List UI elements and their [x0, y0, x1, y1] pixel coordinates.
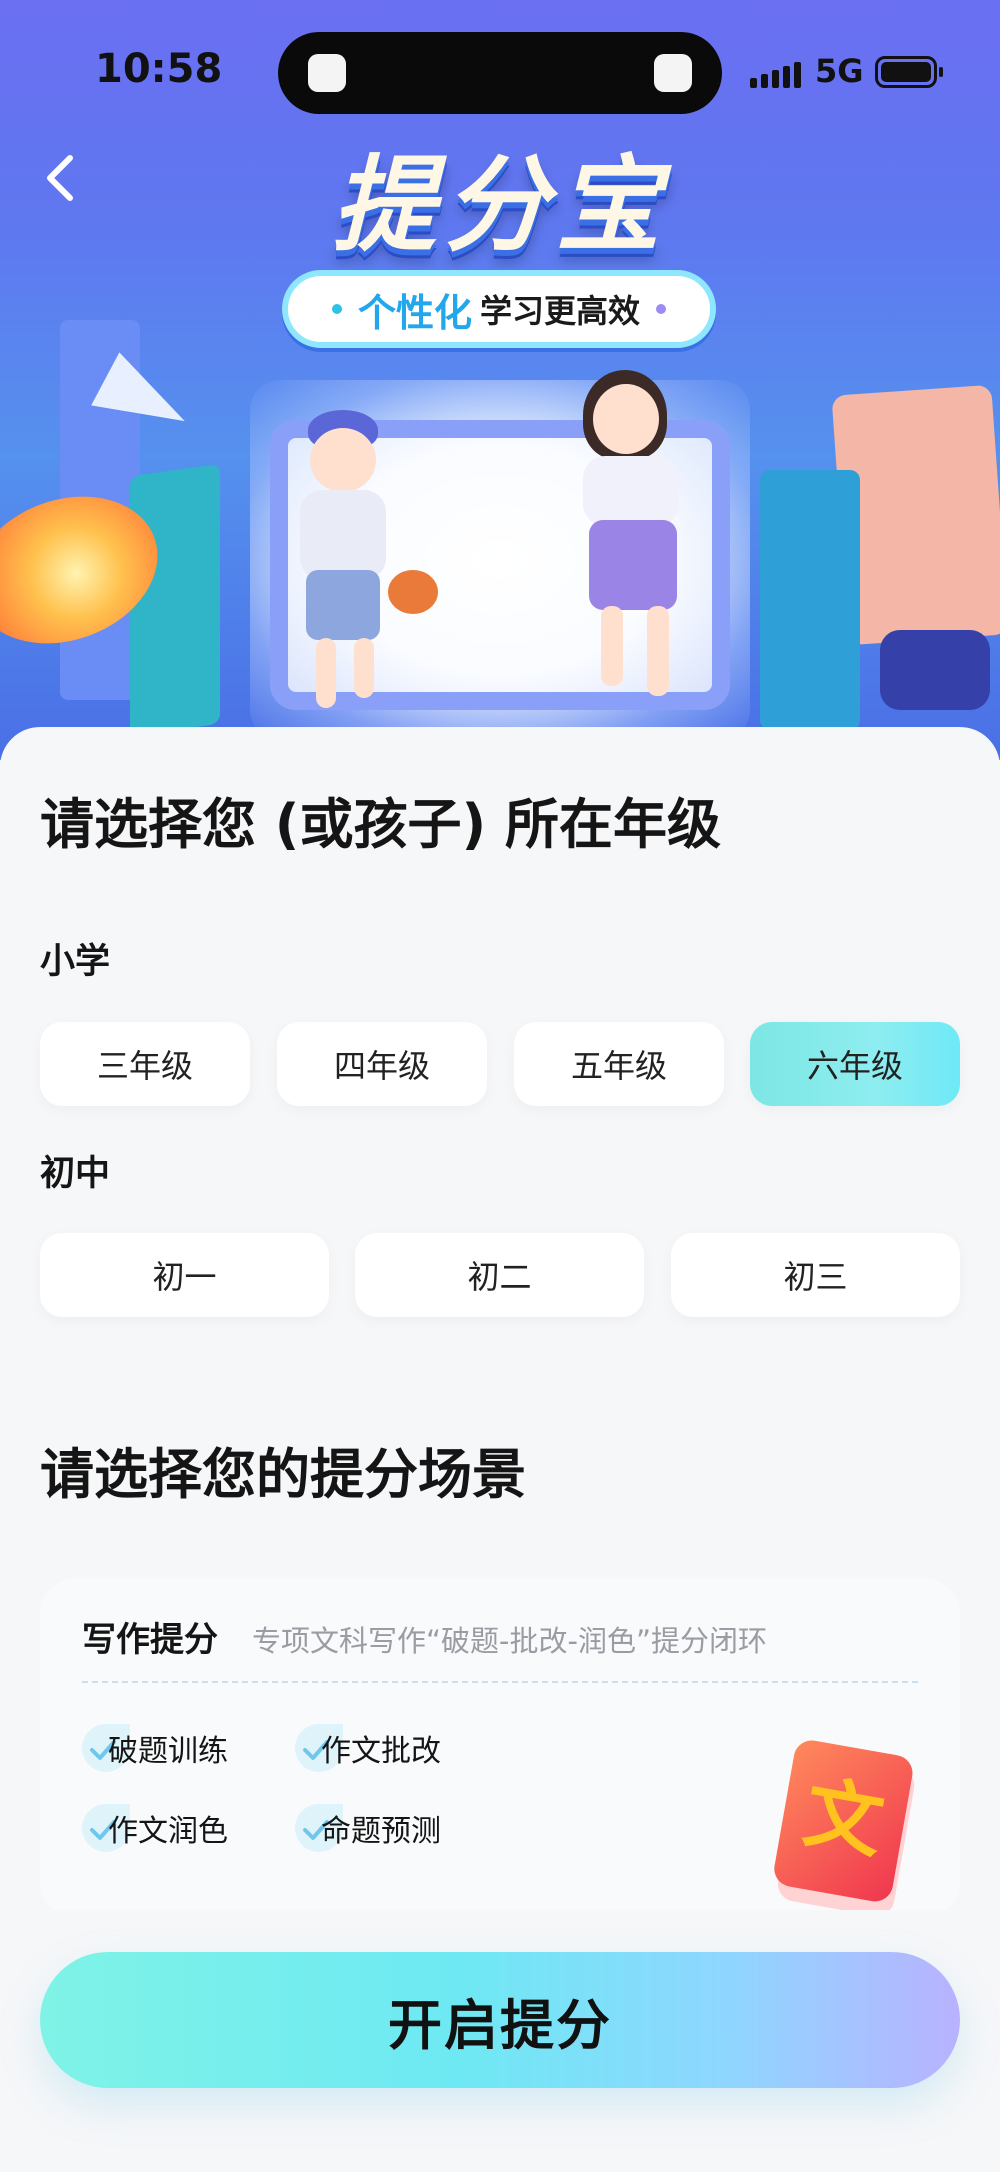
scene-card-title: 写作提分 [82, 1620, 218, 1660]
feature-tag: 作文润色 [82, 1802, 228, 1854]
ink-bottle-illustration [880, 630, 990, 710]
battery-icon [875, 56, 943, 88]
start-button[interactable]: 开启提分 [40, 1952, 960, 2088]
network-type: 5G [815, 52, 864, 90]
back-button[interactable] [40, 150, 84, 206]
slogan-highlight: 个性化 [357, 290, 472, 335]
feature-tag: 命题预测 [295, 1802, 441, 1854]
slogan-dot-icon [656, 304, 667, 314]
grade-option-6-selected[interactable]: 六年级 [750, 1022, 960, 1106]
pet-icon [308, 54, 346, 92]
dynamic-island [278, 32, 722, 114]
boy-illustration [270, 410, 438, 730]
primary-school-label: 小学 [40, 942, 111, 982]
feature-tag-label: 作文批改 [321, 1734, 441, 1769]
hero-book-illustration [760, 470, 860, 730]
dashed-divider [82, 1681, 918, 1683]
grade-option-junior-3[interactable]: 初三 [671, 1233, 960, 1317]
feature-tag: 作文批改 [295, 1722, 441, 1774]
feature-tag-label: 作文润色 [108, 1814, 228, 1849]
grade-option-junior-2[interactable]: 初二 [355, 1233, 644, 1317]
scene-heading: 请选择您的提分场景 [40, 1443, 526, 1506]
slogan-dot-icon [331, 304, 342, 314]
grade-heading: 请选择您 (或孩子) 所在年级 [40, 793, 721, 856]
grade-option-5[interactable]: 五年级 [514, 1022, 724, 1106]
grade-option-junior-1[interactable]: 初一 [40, 1233, 329, 1317]
chevron-left-icon [47, 155, 73, 201]
junior-school-label: 初中 [40, 1154, 111, 1194]
scene-card-writing[interactable]: 写作提分 专项文科写作“破题-批改-润色”提分闭环 破题训练 作文批改 作文润色… [40, 1578, 960, 1918]
slogan-badge: 个性化 学习更高效 [282, 270, 716, 348]
grade-option-4[interactable]: 四年级 [277, 1022, 487, 1106]
pet-icon [654, 54, 692, 92]
book-glyph: 文 [798, 1768, 890, 1870]
chinese-book-icon: 文 [774, 1740, 915, 1916]
grade-option-3[interactable]: 三年级 [40, 1022, 250, 1106]
signal-icon [750, 58, 801, 88]
status-bar: 10:58 5G [0, 0, 1000, 140]
status-time: 10:58 [95, 46, 223, 92]
scene-card-description: 专项文科写作“破题-批改-润色”提分闭环 [252, 1624, 767, 1658]
feature-tag-label: 破题训练 [108, 1734, 228, 1769]
app-title: 提分宝 [331, 143, 668, 266]
girl-illustration [555, 370, 735, 730]
hero-book-illustration [130, 463, 220, 737]
slogan-text: 学习更高效 [480, 292, 641, 330]
feature-tag: 破题训练 [82, 1722, 228, 1774]
feature-tag-label: 命题预测 [321, 1814, 441, 1849]
